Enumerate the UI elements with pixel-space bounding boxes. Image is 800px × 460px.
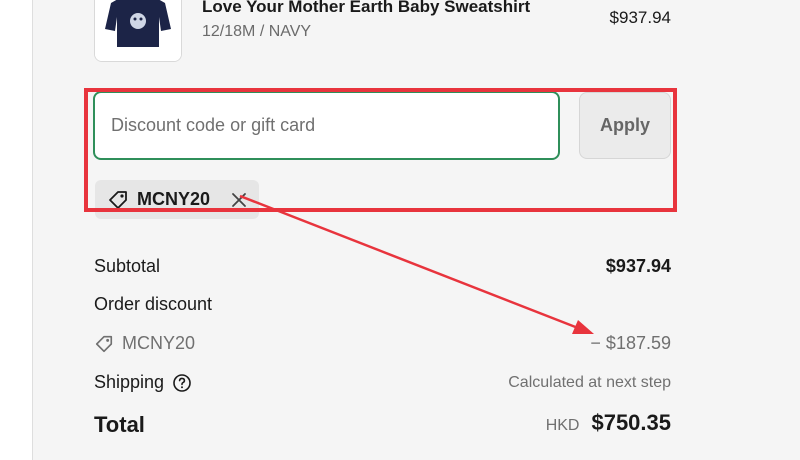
tag-icon [107,189,129,211]
product-thumbnail [94,0,182,62]
product-price: $937.94 [609,8,671,27]
subtotal-value: $937.94 [605,256,671,276]
total-amount-group: HKD $750.35 [546,410,671,436]
discount-amount: − $187.59 [590,333,671,353]
applied-discount-chip: MCNY20 [95,180,259,219]
order-discount-label: Order discount [94,294,213,314]
apply-discount-button[interactable]: Apply [579,92,671,159]
sweatshirt-image [95,0,181,61]
remove-code-button[interactable] [229,190,249,210]
product-variant: 12/18M / NAVY [202,23,312,40]
shipping-label: Shipping [94,372,165,392]
question-circle-icon[interactable] [172,373,192,393]
total-label: Total [94,412,145,437]
discount-code-row: MCNY20 [94,333,195,354]
close-icon [232,192,246,207]
tag-icon [94,334,114,354]
shipping-value: Calculated at next step [508,374,671,391]
shipping-row: Shipping [94,372,192,393]
product-name: Love Your Mother Earth Baby Sweatshirt [202,0,531,16]
applied-code-label: MCNY20 [137,189,211,209]
subtotal-label: Subtotal [94,256,161,276]
discount-code-text: MCNY20 [122,333,196,353]
currency-code: HKD [545,417,580,434]
discount-code-input[interactable] [93,91,560,160]
total-amount: $750.35 [591,410,671,435]
